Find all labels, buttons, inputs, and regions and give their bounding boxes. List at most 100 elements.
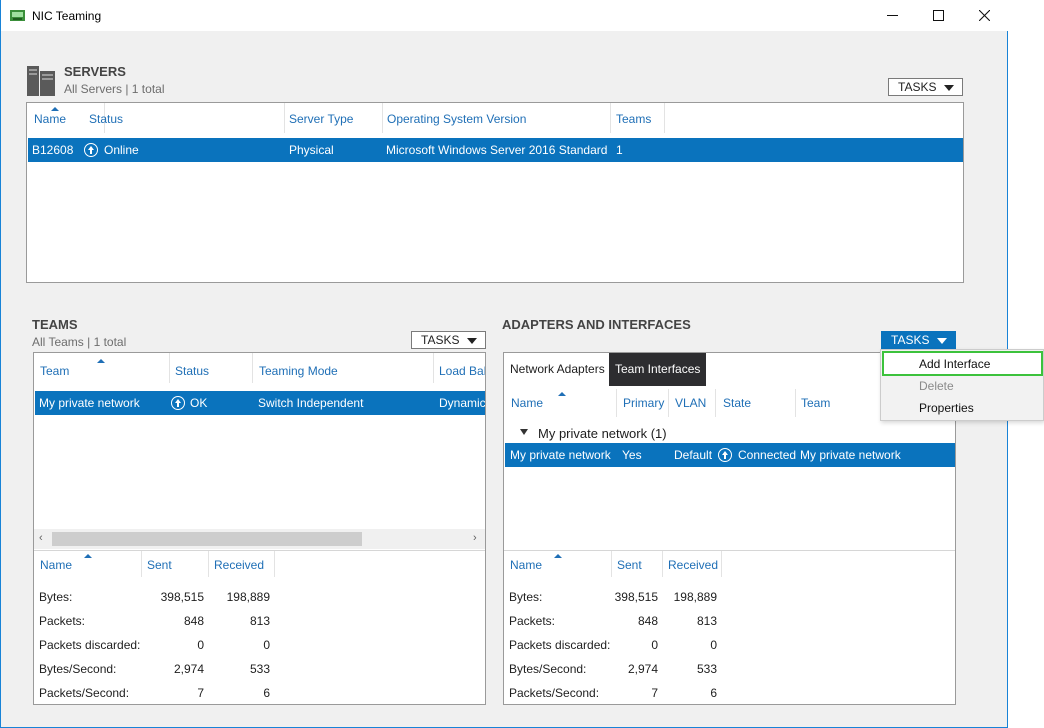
servers-col-server-type[interactable]: Server Type bbox=[289, 112, 353, 126]
adapters-stats-col-name[interactable]: Name bbox=[510, 558, 542, 572]
column-divider bbox=[668, 389, 669, 417]
table-row[interactable]: My private network OK Switch Independent… bbox=[35, 391, 486, 415]
stat-received: 533 bbox=[249, 662, 270, 676]
interface-name: My private network bbox=[510, 448, 611, 462]
maximize-icon bbox=[932, 10, 944, 21]
stat-received: 813 bbox=[696, 614, 717, 628]
adapters-col-team[interactable]: Team bbox=[801, 396, 830, 410]
stat-label: Bytes/Second: bbox=[39, 662, 117, 676]
interface-primary: Yes bbox=[622, 448, 642, 462]
adapters-col-vlan[interactable]: VLAN bbox=[675, 396, 706, 410]
chevron-down-icon bbox=[944, 85, 954, 91]
column-divider bbox=[141, 551, 142, 577]
sort-ascending-icon bbox=[554, 554, 562, 558]
collapse-group-icon[interactable] bbox=[520, 429, 528, 435]
horizontal-scrollbar[interactable]: ‹ › bbox=[34, 529, 485, 549]
stat-received: 813 bbox=[249, 614, 270, 628]
column-divider bbox=[169, 353, 170, 383]
teams-col-load-balancing[interactable]: Load Bal bbox=[439, 364, 485, 378]
adapters-stats-col-sent[interactable]: Sent bbox=[617, 558, 642, 572]
table-row[interactable]: B12608 Online Physical Microsoft Windows… bbox=[28, 138, 963, 162]
servers-col-os-version[interactable]: Operating System Version bbox=[387, 112, 526, 126]
teams-subtitle: All Teams | 1 total bbox=[32, 335, 127, 349]
menu-item-add-interface[interactable]: Add Interface bbox=[881, 353, 1043, 375]
close-button[interactable] bbox=[961, 0, 1007, 31]
chevron-down-icon bbox=[937, 338, 947, 344]
server-type: Physical bbox=[289, 143, 334, 157]
teams-col-team[interactable]: Team bbox=[40, 364, 69, 378]
teams-stats-col-sent[interactable]: Sent bbox=[147, 558, 172, 572]
teams-col-status[interactable]: Status bbox=[175, 364, 209, 378]
sort-ascending-icon bbox=[84, 554, 92, 558]
stat-label: Packets: bbox=[509, 614, 556, 628]
column-divider bbox=[721, 551, 722, 577]
stat-label: Bytes/Second: bbox=[509, 662, 587, 676]
interface-team: My private network bbox=[800, 448, 901, 462]
teams-col-teaming-mode[interactable]: Teaming Mode bbox=[259, 364, 338, 378]
interface-state: Connected bbox=[738, 448, 797, 462]
teams-stats-col-received[interactable]: Received bbox=[214, 558, 264, 572]
servers-title: SERVERS bbox=[64, 64, 126, 79]
server-name: B12608 bbox=[32, 143, 74, 157]
adapters-col-name[interactable]: Name bbox=[511, 396, 543, 410]
server-teams: 1 bbox=[616, 143, 623, 157]
scroll-left-icon[interactable]: ‹ bbox=[39, 532, 43, 544]
title-bar[interactable]: NIC Teaming bbox=[1, 0, 1008, 31]
window-title: NIC Teaming bbox=[32, 9, 102, 23]
column-divider bbox=[208, 551, 209, 577]
servers-col-teams[interactable]: Teams bbox=[616, 112, 651, 126]
adapters-col-primary[interactable]: Primary bbox=[623, 396, 664, 410]
adapters-tasks-button[interactable]: TASKS bbox=[881, 331, 956, 349]
scrollbar-thumb[interactable] bbox=[52, 532, 362, 546]
stat-label: Packets discarded: bbox=[39, 638, 141, 652]
group-label[interactable]: My private network (1) bbox=[538, 426, 667, 441]
adapters-stats-col-received[interactable]: Received bbox=[668, 558, 718, 572]
column-divider bbox=[284, 103, 285, 133]
column-divider bbox=[715, 389, 716, 417]
team-load-balancing: Dynamic bbox=[439, 396, 486, 410]
stat-label: Packets: bbox=[39, 614, 86, 628]
stat-sent: 7 bbox=[197, 686, 204, 700]
status-up-icon bbox=[84, 143, 98, 157]
adapters-tasks-label: TASKS bbox=[891, 333, 930, 347]
scroll-right-icon[interactable]: › bbox=[473, 532, 477, 544]
column-divider bbox=[611, 551, 612, 577]
interface-vlan: Default bbox=[674, 448, 713, 462]
menu-item-properties[interactable]: Properties bbox=[881, 397, 1043, 419]
teams-tasks-button[interactable]: TASKS bbox=[411, 331, 486, 349]
stat-received: 198,889 bbox=[226, 590, 270, 604]
teams-panel: Team Status Teaming Mode Load Bal My pri… bbox=[33, 352, 486, 705]
column-divider bbox=[610, 103, 611, 133]
stat-received: 6 bbox=[710, 686, 717, 700]
column-divider bbox=[662, 551, 663, 577]
team-status: OK bbox=[190, 396, 208, 410]
column-divider bbox=[252, 353, 253, 383]
servers-table: Name Status Server Type Operating System… bbox=[26, 102, 964, 283]
stat-label: Bytes: bbox=[39, 590, 73, 604]
servers-col-name[interactable]: Name bbox=[34, 112, 66, 126]
status-up-icon bbox=[171, 396, 185, 410]
sort-ascending-icon bbox=[97, 359, 105, 363]
server-os-version: Microsoft Windows Server 2016 Standard bbox=[386, 143, 608, 157]
column-divider bbox=[795, 389, 796, 417]
minimize-button[interactable] bbox=[869, 0, 915, 31]
sort-ascending-icon bbox=[558, 392, 566, 396]
stat-received: 198,889 bbox=[673, 590, 717, 604]
teams-tasks-label: TASKS bbox=[421, 333, 460, 347]
adapters-col-state[interactable]: State bbox=[723, 396, 751, 410]
chevron-down-icon bbox=[467, 338, 477, 344]
servers-tasks-button[interactable]: TASKS bbox=[888, 78, 963, 96]
servers-col-status[interactable]: Status bbox=[89, 112, 123, 126]
tab-network-adapters[interactable]: Network Adapters bbox=[504, 353, 611, 386]
column-divider bbox=[616, 389, 617, 417]
stat-label: Bytes: bbox=[509, 590, 543, 604]
stat-sent: 2,974 bbox=[173, 662, 204, 676]
table-row[interactable]: My private network Yes Default Connected… bbox=[505, 443, 955, 467]
maximize-button[interactable] bbox=[915, 0, 961, 31]
divider bbox=[504, 550, 955, 551]
teams-stats-col-name[interactable]: Name bbox=[40, 558, 72, 572]
column-divider bbox=[274, 551, 275, 577]
tab-team-interfaces[interactable]: Team Interfaces bbox=[609, 353, 707, 386]
menu-item-delete[interactable]: Delete bbox=[881, 375, 1043, 397]
stat-label: Packets/Second: bbox=[39, 686, 130, 700]
